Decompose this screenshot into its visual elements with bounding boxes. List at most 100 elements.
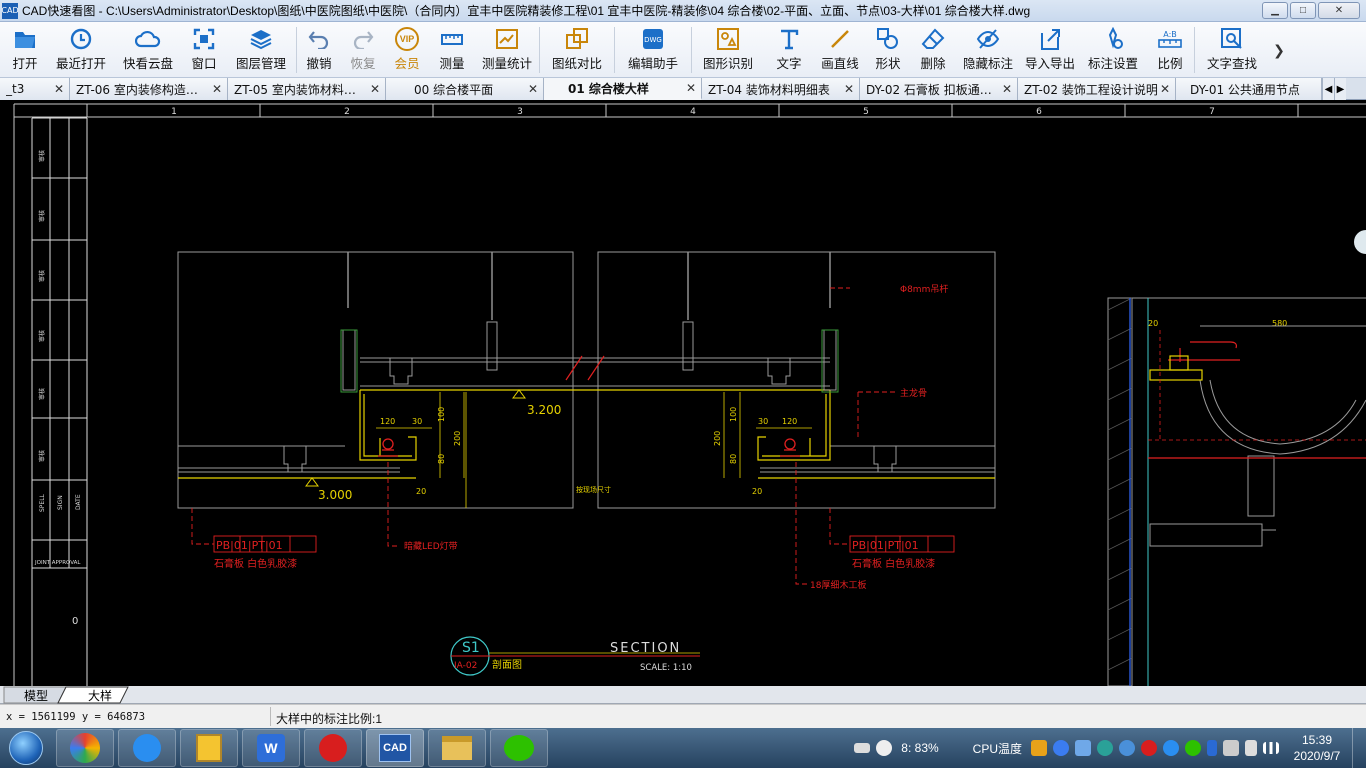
ruler-number: 7 bbox=[1209, 107, 1215, 117]
tab-dy02[interactable]: DY-02 石膏板 扣板通… ✕ bbox=[860, 78, 1018, 100]
toolbar-more-button[interactable]: ❯ bbox=[1269, 22, 1289, 78]
annotation-settings-button[interactable]: 标注设置 bbox=[1080, 22, 1146, 78]
delete-button[interactable]: 删除 bbox=[910, 22, 956, 78]
taskbar-explorer[interactable] bbox=[428, 729, 486, 767]
measure-button[interactable]: 测量 bbox=[429, 22, 475, 78]
system-clock[interactable]: 15:39 2020/9/7 bbox=[1282, 732, 1352, 764]
vip-button[interactable]: VIP 会员 bbox=[385, 22, 429, 78]
tab-close-icon[interactable]: ✕ bbox=[526, 82, 540, 96]
svg-text:A:B: A:B bbox=[1163, 30, 1177, 39]
layout-tab-model[interactable]: 模型 bbox=[14, 686, 58, 704]
tab-zt06[interactable]: ZT-06 室内装修构造… ✕ bbox=[70, 78, 228, 100]
hide-annotation-button[interactable]: 隐藏标注 bbox=[956, 22, 1020, 78]
dimension-label: 20 bbox=[416, 487, 426, 496]
title-block-row-text: 审核 bbox=[38, 270, 46, 282]
dimension-label: 80 bbox=[437, 454, 446, 464]
text-button[interactable]: 文字 bbox=[764, 22, 814, 78]
scale-button[interactable]: A:B 比例 bbox=[1146, 22, 1194, 78]
tab-zt04[interactable]: ZT-04 装饰材料明细表 ✕ bbox=[702, 78, 860, 100]
taskbar-browser[interactable] bbox=[56, 729, 114, 767]
taskbar-cad[interactable]: CAD bbox=[366, 729, 424, 767]
edit-assistant-button[interactable]: DWG 编辑助手 bbox=[615, 22, 691, 78]
open-button[interactable]: 打开 bbox=[2, 22, 48, 78]
tab-close-icon[interactable]: ✕ bbox=[1000, 82, 1014, 96]
shape-recognition-button[interactable]: 图形识别 bbox=[692, 22, 764, 78]
layout-tab-detail[interactable]: 大样 bbox=[76, 686, 124, 704]
keyboard-icon[interactable] bbox=[854, 743, 871, 753]
joint-approval-label: JOINT APPROVAL bbox=[34, 560, 81, 566]
taskbar-wps[interactable]: W bbox=[242, 729, 300, 767]
network-icon[interactable] bbox=[1263, 742, 1279, 754]
taskbar-music[interactable] bbox=[304, 729, 362, 767]
google-icon[interactable] bbox=[1053, 740, 1069, 756]
volume-icon[interactable] bbox=[1245, 740, 1257, 756]
section-id: S1 bbox=[462, 640, 480, 656]
tab-close-icon[interactable]: ✕ bbox=[52, 82, 66, 96]
drawing-canvas[interactable]: 1 2 3 4 5 6 7 SPELL SIGN DATE JOINT APPR… bbox=[0, 100, 1366, 687]
bluetooth-icon[interactable] bbox=[1207, 740, 1217, 756]
annotation-scale-note: 大样中的标注比例:1 bbox=[276, 712, 383, 726]
sync-icon[interactable] bbox=[1097, 740, 1113, 756]
netease-tray-icon[interactable] bbox=[1141, 740, 1157, 756]
main-toolbar: 打开 最近打开 快看云盘 窗口 图层管理 撤销 恢复 VIP 会员 测量 测量统… bbox=[0, 22, 1366, 78]
tab-01-detail[interactable]: 01 综合楼大样 ✕ bbox=[544, 78, 702, 100]
recent-open-button[interactable]: 最近打开 bbox=[48, 22, 114, 78]
floating-handle[interactable] bbox=[1354, 230, 1366, 254]
section-title: S1 IA-02 剖面图 SECTION SCALE: 1:10 bbox=[450, 636, 700, 676]
tab-scroll-left-button[interactable]: ◀ bbox=[1322, 78, 1334, 100]
tab-close-icon[interactable]: ✕ bbox=[684, 81, 698, 95]
wechat-icon bbox=[504, 735, 534, 761]
app-icon: CAD bbox=[1, 2, 19, 19]
tab-close-icon[interactable]: ✕ bbox=[210, 82, 224, 96]
shield-icon[interactable] bbox=[1031, 740, 1047, 756]
taskbar-feishu[interactable] bbox=[118, 729, 176, 767]
dimension-label: 120 bbox=[380, 417, 395, 426]
board-note: 18厚细木工板 bbox=[810, 579, 866, 591]
tab-close-icon[interactable]: ✕ bbox=[368, 82, 382, 96]
layer-manager-button[interactable]: 图层管理 bbox=[226, 22, 296, 78]
help-icon[interactable] bbox=[876, 740, 893, 756]
hide-annotation-icon bbox=[975, 26, 1001, 52]
explorer-icon bbox=[442, 736, 472, 760]
dimension-label: 200 bbox=[713, 431, 722, 446]
close-button[interactable]: ✕ bbox=[1318, 2, 1360, 19]
wechat-tray-icon[interactable] bbox=[1185, 740, 1201, 756]
cube-icon[interactable] bbox=[1075, 740, 1091, 756]
feishu-tray-icon[interactable] bbox=[1163, 740, 1179, 756]
title-block-label: SPELL bbox=[39, 493, 46, 512]
drawing-compare-button[interactable]: 图纸对比 bbox=[540, 22, 614, 78]
system-tray: 8: 83% CPU温度 15:39 2020/9/7 bbox=[851, 728, 1366, 768]
edit-assistant-icon: DWG bbox=[640, 26, 666, 52]
tab-close-icon[interactable]: ✕ bbox=[1158, 82, 1172, 96]
show-desktop-button[interactable] bbox=[1352, 728, 1366, 768]
tab-close-icon[interactable]: ✕ bbox=[842, 82, 856, 96]
redo-button[interactable]: 恢复 bbox=[341, 22, 385, 78]
draw-line-button[interactable]: 画直线 bbox=[814, 22, 866, 78]
undo-button[interactable]: 撤销 bbox=[297, 22, 341, 78]
main-keel-note: 主龙骨 bbox=[900, 387, 927, 399]
tab-00-plan[interactable]: 00 综合楼平面 ✕ bbox=[386, 78, 544, 100]
measure-stats-button[interactable]: 测量统计 bbox=[475, 22, 539, 78]
ruler-icon bbox=[439, 26, 465, 52]
device-icon[interactable] bbox=[1223, 740, 1239, 756]
text-search-icon bbox=[1219, 26, 1245, 52]
minimize-button[interactable]: ▁ bbox=[1262, 2, 1288, 19]
taskbar-notes[interactable] bbox=[180, 729, 238, 767]
tab-t3[interactable]: _t3 ✕ bbox=[0, 78, 70, 100]
taskbar-wechat[interactable] bbox=[490, 729, 548, 767]
tab-dy01[interactable]: DY-01 公共通用节点 bbox=[1176, 78, 1322, 100]
cloud-icon bbox=[135, 26, 161, 52]
cloud-disk-button[interactable]: 快看云盘 bbox=[114, 22, 182, 78]
shapes-button[interactable]: 形状 bbox=[866, 22, 910, 78]
maximize-button[interactable]: □ bbox=[1290, 2, 1316, 19]
text-search-button[interactable]: 文字查找 bbox=[1195, 22, 1269, 78]
tab-scroll-right-button[interactable]: ▶ bbox=[1334, 78, 1346, 100]
start-button[interactable] bbox=[0, 728, 52, 768]
settings-icon[interactable] bbox=[1119, 740, 1135, 756]
tab-zt02[interactable]: ZT-02 装饰工程设计说明 ✕ bbox=[1018, 78, 1176, 100]
import-export-button[interactable]: 导入导出 bbox=[1020, 22, 1080, 78]
vip-icon: VIP bbox=[394, 26, 420, 52]
import-export-icon bbox=[1037, 26, 1063, 52]
window-button[interactable]: 窗口 bbox=[182, 22, 226, 78]
tab-zt05[interactable]: ZT-05 室内装饰材料… ✕ bbox=[228, 78, 386, 100]
